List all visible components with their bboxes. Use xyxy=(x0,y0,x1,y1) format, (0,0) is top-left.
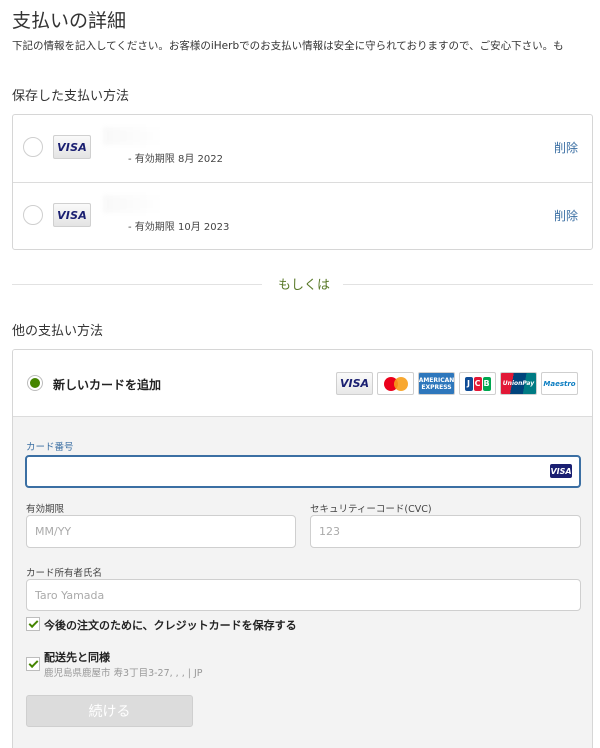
new-card-label: 新しいカードを追加 xyxy=(53,378,162,392)
saved-card-radio[interactable] xyxy=(23,137,43,157)
continue-button[interactable]: 続ける xyxy=(26,695,193,727)
same-as-shipping-checkbox[interactable] xyxy=(26,657,40,671)
save-card-label: 今後の注文のために、クレジットカードを保存する xyxy=(44,619,297,632)
visa-card-logo: VISA xyxy=(53,203,91,227)
saved-card-row[interactable]: VISA - 有効期限 8月 2022 削除 xyxy=(13,115,592,182)
page-title: 支払いの詳細 xyxy=(12,10,127,32)
checkmark-icon xyxy=(28,657,38,668)
checkmark-icon xyxy=(28,617,38,628)
expiry-label: 有効期限 xyxy=(26,504,65,515)
cardholder-name-input[interactable] xyxy=(26,579,581,611)
amex-logo: AMERICAN EXPRESS xyxy=(418,372,455,395)
saved-methods-list: VISA - 有効期限 8月 2022 削除 VISA - 有効期限 10月 2… xyxy=(12,114,593,250)
same-as-shipping-label: 配送先と同様 xyxy=(44,651,110,664)
delete-card-link[interactable]: 削除 xyxy=(554,139,578,156)
maestro-logo: Maestro xyxy=(541,372,578,395)
page-subtitle: 下記の情報を記入してください。お客様のiHerbでのお支払い情報は安全に守られて… xyxy=(12,40,564,52)
shipping-address: 鹿児島県鹿屋市 寿3丁目3-27, , , | JP xyxy=(44,668,203,679)
card-number-label: カード番号 xyxy=(26,442,74,453)
mastercard-logo xyxy=(377,372,414,395)
card-expiry: - 有効期限 10月 2023 xyxy=(128,222,230,233)
unionpay-logo: UnionPay xyxy=(500,372,537,395)
other-methods-title: 他の支払い方法 xyxy=(12,324,104,339)
card-form: カード番号 VISA 有効期限 セキュリティーコード(CVC) カード所有者氏名… xyxy=(13,417,592,748)
expiry-input[interactable] xyxy=(26,515,296,548)
maestro-logo-text: Maestro xyxy=(543,379,576,388)
masked-card-number xyxy=(103,127,203,145)
delete-card-link[interactable]: 削除 xyxy=(554,207,578,224)
visa-logo: VISA xyxy=(336,372,373,395)
card-brand-logos: VISA AMERICAN EXPRESS JCB UnionPay Maest… xyxy=(336,372,578,395)
save-card-checkbox[interactable] xyxy=(26,617,40,631)
cardholder-name-label: カード所有者氏名 xyxy=(26,568,103,579)
saved-card-radio[interactable] xyxy=(23,205,43,225)
new-card-panel: 新しいカードを追加 VISA AMERICAN EXPRESS JCB Unio… xyxy=(12,349,593,748)
jcb-logo: JCB xyxy=(459,372,496,395)
visa-card-logo: VISA xyxy=(53,135,91,159)
new-card-option[interactable]: 新しいカードを追加 VISA AMERICAN EXPRESS JCB Unio… xyxy=(13,350,592,417)
radio-selected-dot xyxy=(30,378,40,388)
divider-line-left xyxy=(12,284,262,285)
card-number-input[interactable] xyxy=(25,455,581,488)
saved-card-row[interactable]: VISA - 有効期限 10月 2023 削除 xyxy=(13,182,592,249)
masked-card-number xyxy=(103,195,203,213)
divider-line-right xyxy=(343,284,593,285)
card-type-icon: VISA xyxy=(550,464,572,478)
new-card-radio[interactable] xyxy=(27,375,43,391)
card-expiry: - 有効期限 8月 2022 xyxy=(128,154,223,165)
saved-methods-title: 保存した支払い方法 xyxy=(12,89,130,104)
cvc-label: セキュリティーコード(CVC) xyxy=(310,504,432,515)
cvc-input[interactable] xyxy=(310,515,581,548)
